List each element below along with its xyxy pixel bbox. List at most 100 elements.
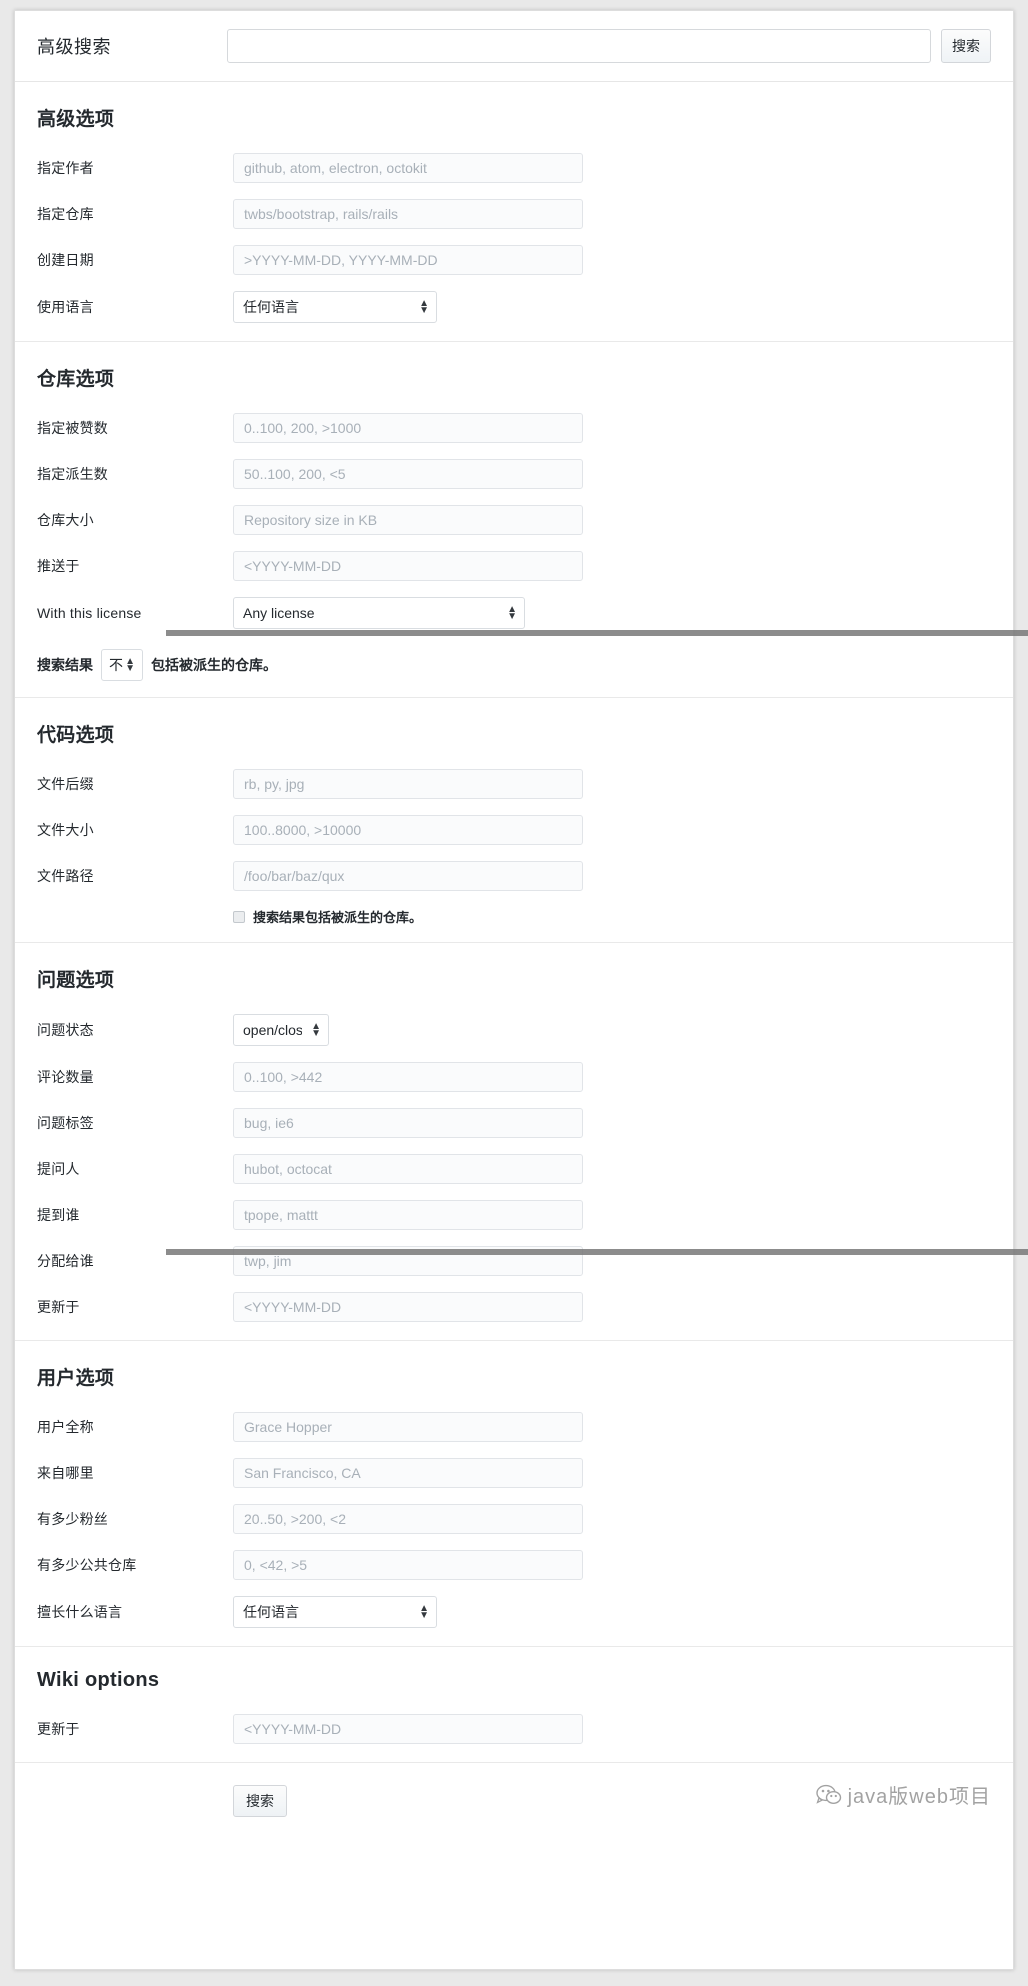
scan-artifact-bar-top [166,630,1028,636]
row-label: 指定派生数 [37,466,108,482]
field-row-repository: 指定仓库 [37,199,991,229]
section-title: 代码选项 [37,725,115,746]
field-row-issue-updated: 更新于 [37,1292,991,1322]
field-row-user-language: 擅长什么语言 任何语言 ▲ ▼ [37,1596,991,1628]
field-row-mentions: 提到谁 [37,1200,991,1230]
public-repos-input[interactable] [233,1550,583,1580]
file-size-input[interactable] [233,815,583,845]
include-forks-checkbox-row[interactable]: 搜索结果包括被派生的仓库。 [233,907,991,926]
fork-prefix-label: 搜索结果 [37,657,93,673]
advanced-search-page: 高级搜索 搜索 高级选项 指定作者 指定仓库 创建日期 使用语言 [14,10,1014,1970]
include-forks-label: 搜索结果包括被派生的仓库。 [253,910,423,925]
search-button[interactable]: 搜索 [941,29,991,63]
section-issue-options: 问题选项 问题状态 open/closed ▲▼ 评论数量 问题标签 提问人 [15,943,1013,1341]
wiki-updated-input[interactable] [233,1714,583,1744]
row-label: 指定作者 [37,160,94,176]
section-repository-options: 仓库选项 指定被赞数 指定派生数 仓库大小 推送于 With this lice… [15,342,1013,698]
field-row-file-path: 文件路径 [37,861,991,891]
section-title: Wiki options [37,1669,160,1691]
checkbox-icon[interactable] [233,910,245,923]
row-label: 问题标签 [37,1115,94,1131]
fork-select-wrapper[interactable]: 不 ▲ ▼ [101,649,143,681]
field-row-fullname: 用户全称 [37,1412,991,1442]
file-extension-input[interactable] [233,769,583,799]
pushed-at-input[interactable] [233,551,583,581]
author-input[interactable] [233,153,583,183]
stars-input[interactable] [233,413,583,443]
row-label: 仓库大小 [37,512,94,528]
screenshot-root: 高级搜索 搜索 高级选项 指定作者 指定仓库 创建日期 使用语言 [0,0,1028,1986]
field-row-comment-count: 评论数量 [37,1062,991,1092]
section-user-options: 用户选项 用户全称 来自哪里 有多少粉丝 有多少公共仓库 擅长什么语言 [15,1341,1013,1647]
fork-suffix-label: 包括被派生的仓库。 [151,657,277,673]
section-advanced-options: 高级选项 指定作者 指定仓库 创建日期 使用语言 任何语言 ▲▼ [15,82,1013,342]
row-label: 评论数量 [37,1069,94,1085]
field-row-author: 指定作者 [37,153,991,183]
section-title: 高级选项 [37,109,115,130]
search-input[interactable] [227,29,931,63]
license-select[interactable]: Any license [233,597,525,629]
file-path-input[interactable] [233,861,583,891]
row-label: 提问人 [37,1161,80,1177]
wechat-icon [815,1784,842,1806]
field-row-stars: 指定被赞数 [37,413,991,443]
row-label: 更新于 [37,1721,80,1737]
row-label: 提到谁 [37,1207,80,1223]
row-label: 指定被赞数 [37,420,108,436]
mentions-input[interactable] [233,1200,583,1230]
field-row-license: With this license Any license ▲ ▼ [37,597,991,629]
issue-label-input[interactable] [233,1108,583,1138]
field-row-issue-author: 提问人 [37,1154,991,1184]
row-label: 有多少粉丝 [37,1511,108,1527]
field-row-pushed-at: 推送于 [37,551,991,581]
issue-state-select[interactable]: open/closed [233,1014,329,1046]
row-label: 更新于 [37,1299,80,1315]
section-code-options: 代码选项 文件后缀 文件大小 文件路径 搜索结果包括被派生的仓库。 [15,698,1013,943]
followers-input[interactable] [233,1504,583,1534]
field-row-file-extension: 文件后缀 [37,769,991,799]
row-label: 擅长什么语言 [37,1604,123,1620]
issue-updated-input[interactable] [233,1292,583,1322]
fullname-input[interactable] [233,1412,583,1442]
language-select[interactable]: 任何语言 [233,291,437,323]
row-label: 指定仓库 [37,206,94,222]
comment-count-input[interactable] [233,1062,583,1092]
license-select-wrapper[interactable]: Any license ▲ ▼ [233,597,525,629]
field-row-wiki-updated: 更新于 [37,1714,991,1744]
scan-artifact-bar-bottom [166,1249,1028,1255]
row-label: 推送于 [37,558,80,574]
watermark-text: java版web项目 [847,1786,991,1808]
section-title: 用户选项 [37,1368,115,1389]
fork-select[interactable]: 不 [101,649,143,681]
row-label: 使用语言 [37,299,94,315]
field-row-issue-state: 问题状态 open/closed ▲ ▼ [37,1014,991,1046]
issue-state-select-wrapper[interactable]: open/closed ▲ ▼ [233,1014,329,1046]
row-label: With this license [37,605,142,621]
field-row-followers: 有多少粉丝 [37,1504,991,1534]
forks-input[interactable] [233,459,583,489]
form-footer: 搜索 java版web项目 [15,1763,1013,1843]
field-row-created-date: 创建日期 [37,245,991,275]
row-label: 文件路径 [37,868,94,884]
row-label: 文件后缀 [37,776,94,792]
submit-search-button[interactable]: 搜索 [233,1785,287,1817]
field-row-location: 来自哪里 [37,1458,991,1488]
page-title: 高级搜索 [37,37,111,57]
created-date-input[interactable] [233,245,583,275]
fork-inclusion-row: 搜索结果 不 ▲ ▼ 包括被派生的仓库。 [37,649,991,681]
issue-author-input[interactable] [233,1154,583,1184]
row-label: 有多少公共仓库 [37,1557,137,1573]
repository-input[interactable] [233,199,583,229]
field-row-issue-label: 问题标签 [37,1108,991,1138]
watermark: java版web项目 [815,1780,991,1809]
repo-size-input[interactable] [233,505,583,535]
field-row-forks: 指定派生数 [37,459,991,489]
user-language-select-wrapper[interactable]: 任何语言 ▲ ▼ [233,1596,437,1628]
field-row-repo-size: 仓库大小 [37,505,991,535]
language-select-wrapper[interactable]: 任何语言 ▲ ▼ [233,291,437,323]
row-label: 创建日期 [37,252,94,268]
location-input[interactable] [233,1458,583,1488]
field-row-public-repos: 有多少公共仓库 [37,1550,991,1580]
user-language-select[interactable]: 任何语言 [233,1596,437,1628]
row-label: 来自哪里 [37,1465,94,1481]
